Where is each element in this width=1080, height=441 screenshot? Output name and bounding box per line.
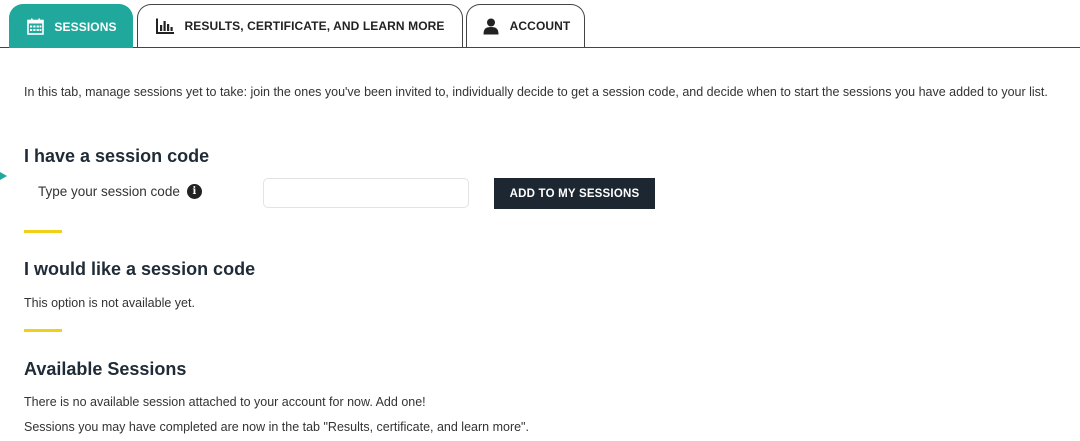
- available-sessions-empty-text: There is no available session attached t…: [24, 395, 426, 409]
- page: SESSIONS RESULTS, CERTIFICATE, AND LEARN…: [0, 0, 1080, 441]
- section-divider: [24, 329, 62, 332]
- tab-sessions[interactable]: SESSIONS: [9, 4, 133, 48]
- intro-text: In this tab, manage sessions yet to take…: [24, 85, 1048, 99]
- session-code-label: Type your session code i: [38, 184, 202, 199]
- pointer-arrow-icon: [0, 172, 7, 180]
- session-code-label-text: Type your session code: [38, 184, 180, 199]
- add-to-my-sessions-button[interactable]: ADD TO MY SESSIONS: [494, 178, 655, 209]
- tab-results-certificate[interactable]: RESULTS, CERTIFICATE, AND LEARN MORE: [137, 4, 463, 47]
- bar-chart-icon: [155, 16, 175, 36]
- calendar-icon: [25, 17, 45, 37]
- completed-sessions-note: Sessions you may have completed are now …: [24, 420, 529, 434]
- tab-results-label: RESULTS, CERTIFICATE, AND LEARN MORE: [184, 19, 445, 33]
- tab-bar: SESSIONS RESULTS, CERTIFICATE, AND LEARN…: [0, 0, 1080, 48]
- tab-sessions-label: SESSIONS: [54, 19, 117, 34]
- session-code-input[interactable]: [263, 178, 469, 208]
- tab-account[interactable]: ACCOUNT: [466, 4, 585, 47]
- info-icon[interactable]: i: [186, 184, 202, 199]
- have-code-heading: I have a session code: [24, 146, 210, 166]
- tab-account-label: ACCOUNT: [509, 19, 571, 33]
- available-sessions-heading: Available Sessions: [24, 359, 187, 379]
- section-divider: [24, 230, 62, 233]
- like-code-text: This option is not available yet.: [24, 296, 195, 310]
- tab-bar-underline: [0, 47, 1080, 48]
- like-code-heading: I would like a session code: [24, 259, 256, 279]
- user-icon: [481, 16, 501, 36]
